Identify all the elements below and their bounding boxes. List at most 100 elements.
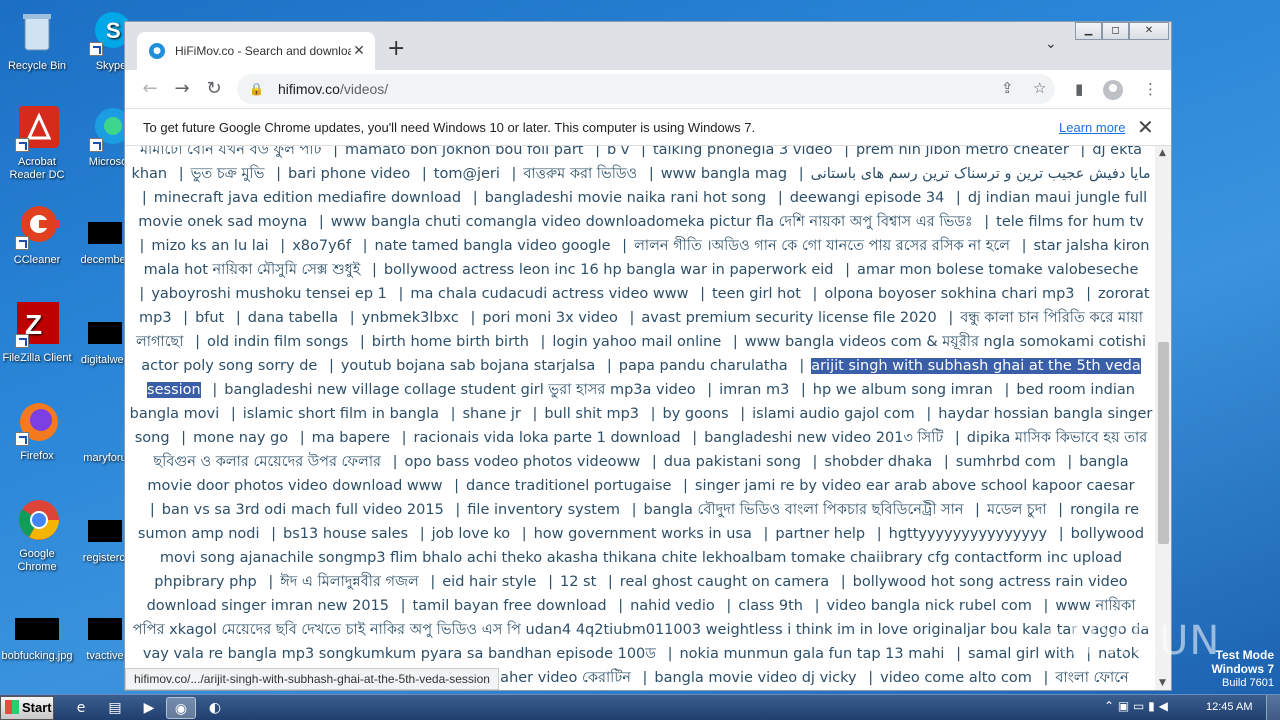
video-search-link[interactable]: bari phone video xyxy=(288,166,410,182)
video-search-link[interactable]: dance traditionel portugaise xyxy=(466,478,671,494)
video-search-link[interactable]: avast premium security license file 2020 xyxy=(641,310,936,326)
tab-close-icon[interactable]: ✕ xyxy=(351,43,367,59)
browser-tab[interactable]: ● HiFiMov.co - Search and download a ✕ xyxy=(137,32,375,70)
video-search-link[interactable]: login yahoo mail online xyxy=(552,334,721,350)
video-search-link[interactable]: teen girl hot xyxy=(712,286,801,302)
video-search-link[interactable]: amar mon bolese tomake valobeseche xyxy=(857,262,1138,278)
video-search-link[interactable]: dana tabella xyxy=(248,310,338,326)
close-window-button[interactable]: ✕ xyxy=(1129,22,1169,40)
video-search-link[interactable]: olpona boyoser sokhina chari mp3 xyxy=(824,286,1074,302)
tab-search-chevron-icon[interactable]: ⌄ xyxy=(1045,36,1057,52)
video-search-link[interactable]: deewangi episode 34 xyxy=(790,190,945,206)
side-panel-icon[interactable]: ▮ xyxy=(1075,80,1083,98)
video-search-link[interactable]: shobder dhaka xyxy=(824,454,932,470)
taskbar-chrome-icon[interactable]: ◉ xyxy=(166,697,196,719)
video-search-link[interactable]: how government works in usa xyxy=(534,526,752,542)
video-search-link[interactable]: real ghost caught on camera xyxy=(620,574,829,590)
video-search-link[interactable]: shane jr xyxy=(463,406,521,422)
video-search-link[interactable]: bangla বৌদুদা ভিডিও বাংলা পিকচার ছবিডিনে… xyxy=(644,502,964,518)
video-search-link[interactable]: birth home birth birth xyxy=(372,334,529,350)
video-search-link[interactable]: www bangla mag xyxy=(661,166,787,182)
video-search-link[interactable]: old indin film songs xyxy=(207,334,348,350)
video-search-link[interactable]: বাত্তরুম করা ভিডিও xyxy=(523,166,637,182)
video-search-link[interactable]: ynbmek3lbxc xyxy=(362,310,459,326)
video-search-link[interactable]: minecraft java edition mediafire downloa… xyxy=(154,190,461,206)
video-search-link[interactable]: file inventory system xyxy=(467,502,620,518)
video-search-link[interactable]: bull shit mp3 xyxy=(544,406,639,422)
video-search-link[interactable]: bollywood actress leon inc 16 hp bangla … xyxy=(384,262,834,278)
video-search-link[interactable]: tamil bayan free download xyxy=(413,598,607,614)
taskbar-ie-icon[interactable]: e xyxy=(66,697,96,719)
video-search-link[interactable]: ma chala cudacudi actress video www xyxy=(410,286,688,302)
video-search-link[interactable]: mizo ks an lu lai xyxy=(151,238,268,254)
video-search-link[interactable]: video come alto com xyxy=(880,670,1032,686)
share-icon[interactable]: ⇪ xyxy=(1001,79,1014,97)
video-search-link[interactable]: ban vs sa 3rd odi mach full video 2015 xyxy=(162,502,444,518)
desktop-icon-bobfucking[interactable]: bobfucking.jpg xyxy=(0,606,74,663)
video-search-link[interactable]: mone nay go xyxy=(193,430,288,446)
taskbar-clock[interactable]: 12:45 AM xyxy=(1206,701,1252,713)
video-search-link[interactable]: tom@jeri xyxy=(434,166,500,182)
video-search-link[interactable]: eid hair style xyxy=(442,574,536,590)
video-search-link[interactable]: ঈদ এ মিলাদুন্নবীর গজল xyxy=(280,574,419,590)
video-search-link[interactable]: nate tamed bangla video google xyxy=(375,238,611,254)
video-search-link[interactable]: bangladeshi new video 201৩ সিটি xyxy=(704,430,943,446)
video-search-link[interactable]: youtub bojana sab bojana starjalsa xyxy=(341,358,595,374)
new-tab-icon[interactable]: + xyxy=(387,36,405,61)
page-scrollbar[interactable]: ▲ ▼ xyxy=(1155,146,1171,690)
video-search-link[interactable]: মামাটো বোন যখন বউ ফুল পার্ট xyxy=(140,146,322,158)
video-search-link[interactable]: nokia munmun gala fun tap 13 mahi xyxy=(679,646,944,662)
desktop-icon-recycle-bin[interactable]: Recycle Bin xyxy=(0,8,74,73)
video-search-link[interactable]: talking phonegla 3 video xyxy=(653,146,833,158)
menu-kebab-icon[interactable]: ⋮ xyxy=(1143,80,1158,98)
taskbar-media-player-icon[interactable]: ▶ xyxy=(134,697,164,719)
video-search-link[interactable]: www bangla chuti comangla video download… xyxy=(331,214,973,230)
desktop-icon-acrobat[interactable]: Acrobat Reader DC xyxy=(0,104,74,182)
video-search-link[interactable]: লালন গীতি ।অডিও গান কে গো যানতে পায় রসে… xyxy=(634,238,1010,254)
video-search-link[interactable]: mamato bon jokhon bou foll part xyxy=(345,146,583,158)
video-search-link[interactable]: prem hin jibon metro cheater xyxy=(856,146,1069,158)
video-search-link[interactable]: sumhrbd com xyxy=(956,454,1056,470)
video-search-link[interactable]: islamic short film in bangla xyxy=(243,406,439,422)
address-bar[interactable]: 🔒 hifimov.co/videos/ ⇪ ☆ xyxy=(237,74,1055,104)
scrollbar-thumb[interactable] xyxy=(1158,342,1169,544)
video-search-link[interactable]: b v xyxy=(607,146,629,158)
video-search-link[interactable]: class 9th xyxy=(738,598,803,614)
video-search-link[interactable]: bfut xyxy=(195,310,224,326)
scroll-up-arrow-icon[interactable]: ▲ xyxy=(1159,148,1166,158)
video-search-link[interactable]: bangladeshi new village collage student … xyxy=(224,382,695,398)
video-search-link[interactable]: مایا دفیش عجیب ترین و ترسناک ترین رسم ها… xyxy=(811,166,1151,182)
start-button[interactable]: Start xyxy=(0,696,54,720)
show-desktop-button[interactable] xyxy=(1266,695,1280,720)
video-search-link[interactable]: nahid vedio xyxy=(630,598,715,614)
video-search-link[interactable]: ভুত চক্র মুভি xyxy=(191,166,265,182)
video-search-link[interactable]: video bangla nick rubel com xyxy=(827,598,1032,614)
video-search-link[interactable]: job love ko xyxy=(432,526,510,542)
video-search-link[interactable]: bangla movie video dj vicky xyxy=(654,670,856,686)
back-arrow-icon[interactable]: ← xyxy=(137,76,163,102)
video-search-link[interactable]: hp we album song imran xyxy=(813,382,993,398)
desktop-icon-firefox[interactable]: Firefox xyxy=(0,398,74,463)
video-search-link[interactable]: racionais vida loka parte 1 download xyxy=(414,430,681,446)
video-search-link[interactable]: x8o7y6f xyxy=(292,238,351,254)
video-search-link[interactable]: মডেল চুদা xyxy=(987,502,1047,518)
video-search-link[interactable]: singer jami re by video ear arab above s… xyxy=(695,478,1135,494)
desktop-icon-google-chrome[interactable]: Google Chrome xyxy=(0,496,74,574)
desktop-icon-ccleaner[interactable]: CCleaner xyxy=(0,202,74,267)
video-search-link[interactable]: islami audio gajol com xyxy=(752,406,915,422)
video-search-link[interactable]: tele films for hum tv xyxy=(996,214,1144,230)
forward-arrow-icon[interactable]: → xyxy=(169,76,195,102)
video-search-link[interactable]: opo bass vodeo photos videoww xyxy=(405,454,641,470)
video-search-link[interactable]: by goons xyxy=(663,406,729,422)
video-search-link[interactable]: yaboyroshi mushoku tensei ep 1 xyxy=(151,286,387,302)
video-search-link[interactable]: ma bapere xyxy=(312,430,390,446)
taskbar-edge-icon[interactable]: ◐ xyxy=(200,697,230,719)
video-search-link[interactable]: pori moni 3x video xyxy=(482,310,618,326)
video-search-link[interactable]: dua pakistani song xyxy=(664,454,801,470)
desktop-icon-filezilla[interactable]: Z FileZilla Client xyxy=(0,300,74,365)
video-search-link[interactable]: 12 st xyxy=(560,574,596,590)
video-search-link[interactable]: hgttyyyyyyyyyyyyyyy xyxy=(889,526,1047,542)
video-search-link[interactable]: papa pandu charulatha xyxy=(619,358,788,374)
profile-avatar-icon[interactable] xyxy=(1103,80,1123,100)
infobar-close-icon[interactable]: ✕ xyxy=(1137,115,1154,140)
